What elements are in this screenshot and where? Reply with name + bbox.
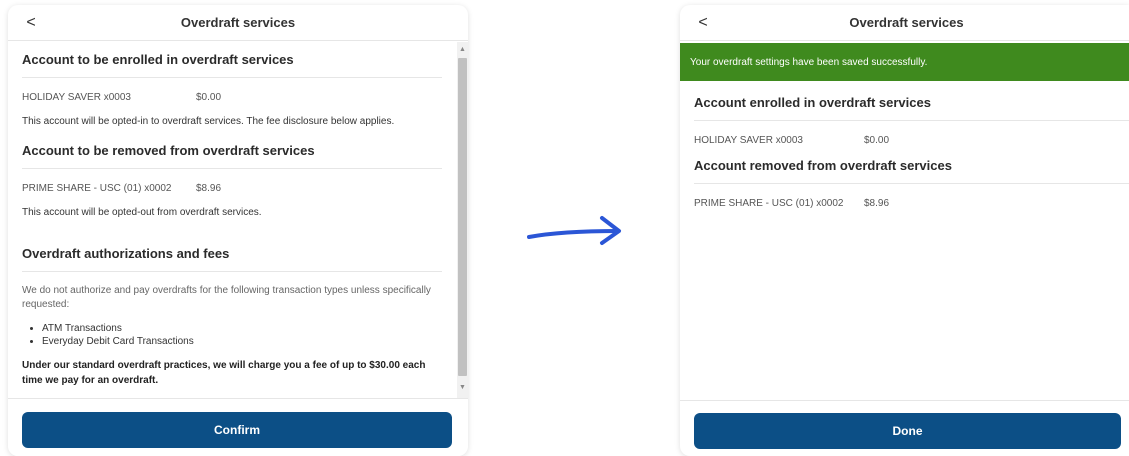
panel-header: < Overdraft services <box>680 5 1129 41</box>
enroll-section-title: Account to be enrolled in overdraft serv… <box>22 42 442 78</box>
transition-arrow-icon <box>527 216 621 245</box>
done-button[interactable]: Done <box>694 413 1121 449</box>
scroll-down-arrow-icon[interactable]: ▼ <box>457 384 468 391</box>
account-name: HOLIDAY SAVER x0003 <box>694 135 803 146</box>
overdraft-success-panel: < Overdraft services Your overdraft sett… <box>680 5 1129 456</box>
scroll-content[interactable]: Account to be enrolled in overdraft serv… <box>8 42 468 398</box>
remove-note: This account will be opted-out from over… <box>22 207 262 218</box>
scrollbar-thumb[interactable] <box>458 58 467 376</box>
confirm-button[interactable]: Confirm <box>22 412 452 448</box>
chevron-left-icon: < <box>698 14 708 31</box>
account-balance: $0.00 <box>196 92 222 103</box>
enroll-note: This account will be opted-in to overdra… <box>22 116 395 127</box>
page-title: Overdraft services <box>180 15 296 30</box>
transaction-type-list: ATM Transactions Everyday Debit Card Tra… <box>22 318 442 354</box>
account-balance: $8.96 <box>196 183 222 194</box>
success-banner: Your overdraft settings have been saved … <box>680 43 1129 81</box>
list-item: Everyday Debit Card Transactions <box>42 335 442 348</box>
account-name: PRIME SHARE - USC (01) x0002 <box>22 183 172 194</box>
remove-section-title: Account to be removed from overdraft ser… <box>22 133 442 169</box>
account-balance: $8.96 <box>864 198 890 209</box>
panel-header: < Overdraft services <box>8 5 468 41</box>
scrollbar[interactable]: ▲ ▼ <box>457 42 468 398</box>
enrolled-account-row: HOLIDAY SAVER x0003 $0.00 <box>694 121 1129 154</box>
back-button[interactable]: < <box>20 11 42 35</box>
enroll-account-row: HOLIDAY SAVER x0003 $0.00 <box>22 78 442 111</box>
account-name: HOLIDAY SAVER x0003 <box>22 92 131 103</box>
panel-footer: Done <box>680 400 1129 456</box>
back-button[interactable]: < <box>692 11 714 35</box>
list-item: ATM Transactions <box>42 322 442 335</box>
summary-content: Account enrolled in overdraft services H… <box>694 81 1129 217</box>
page-title: Overdraft services <box>849 15 964 30</box>
account-balance: $0.00 <box>864 135 890 146</box>
chevron-left-icon: < <box>26 14 36 31</box>
remove-account-row: PRIME SHARE - USC (01) x0002 $8.96 <box>22 169 442 202</box>
removed-account-row: PRIME SHARE - USC (01) x0002 $8.96 <box>694 184 1129 217</box>
overdraft-confirm-panel: < Overdraft services Account to be enrol… <box>8 5 468 456</box>
scroll-up-arrow-icon[interactable]: ▲ <box>457 46 468 53</box>
fees-section-title: Overdraft authorizations and fees <box>22 224 442 272</box>
enrolled-section-title: Account enrolled in overdraft services <box>694 81 1129 121</box>
account-name: PRIME SHARE - USC (01) x0002 <box>694 198 844 209</box>
fees-intro: We do not authorize and pay overdrafts f… <box>22 285 431 310</box>
removed-section-title: Account removed from overdraft services <box>694 154 1129 184</box>
panel-footer: Confirm <box>8 398 468 456</box>
fee-disclosure: Under our standard overdraft practices, … <box>22 360 426 386</box>
